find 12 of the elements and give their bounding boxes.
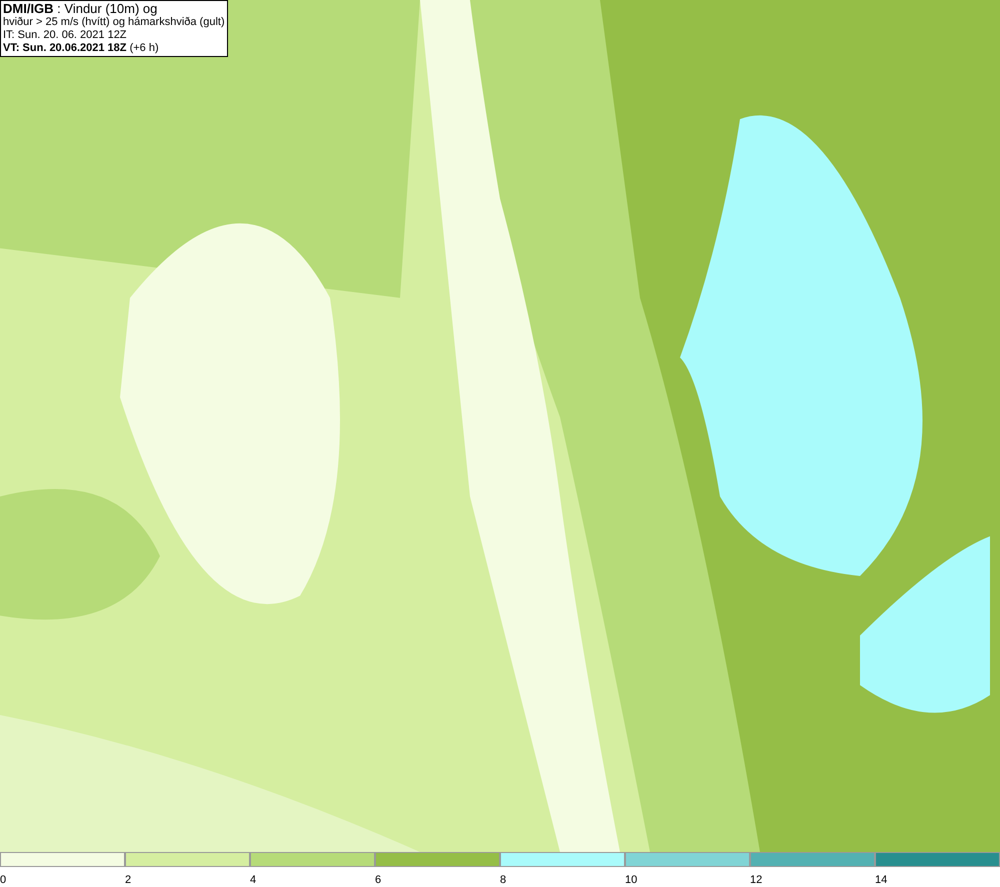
legend-tick-label: 2 (125, 874, 132, 886)
legend-tick-label: 14 (875, 874, 888, 886)
title-line: IT: Sun. 20. 06. 2021 12Z (3, 29, 128, 42)
legend-tick-label: 4 (250, 874, 256, 886)
legend-tick-label: 8 (500, 874, 506, 886)
title-line: VT: Sun. 20.06.2021 18Z (+6 h) (3, 42, 160, 55)
legend-tick-label: 0 (0, 874, 6, 886)
title-line: hviður > 25 m/s (hvítt) og hámarkshviða (gult) (3, 16, 225, 29)
legend-tick-label: 10 (625, 874, 638, 886)
legend-tick-label: 6 (375, 874, 382, 886)
title-line: DMI/IGB : Vindur (10m) og (3, 2, 158, 16)
legend-tick-label: 12 (750, 874, 762, 886)
